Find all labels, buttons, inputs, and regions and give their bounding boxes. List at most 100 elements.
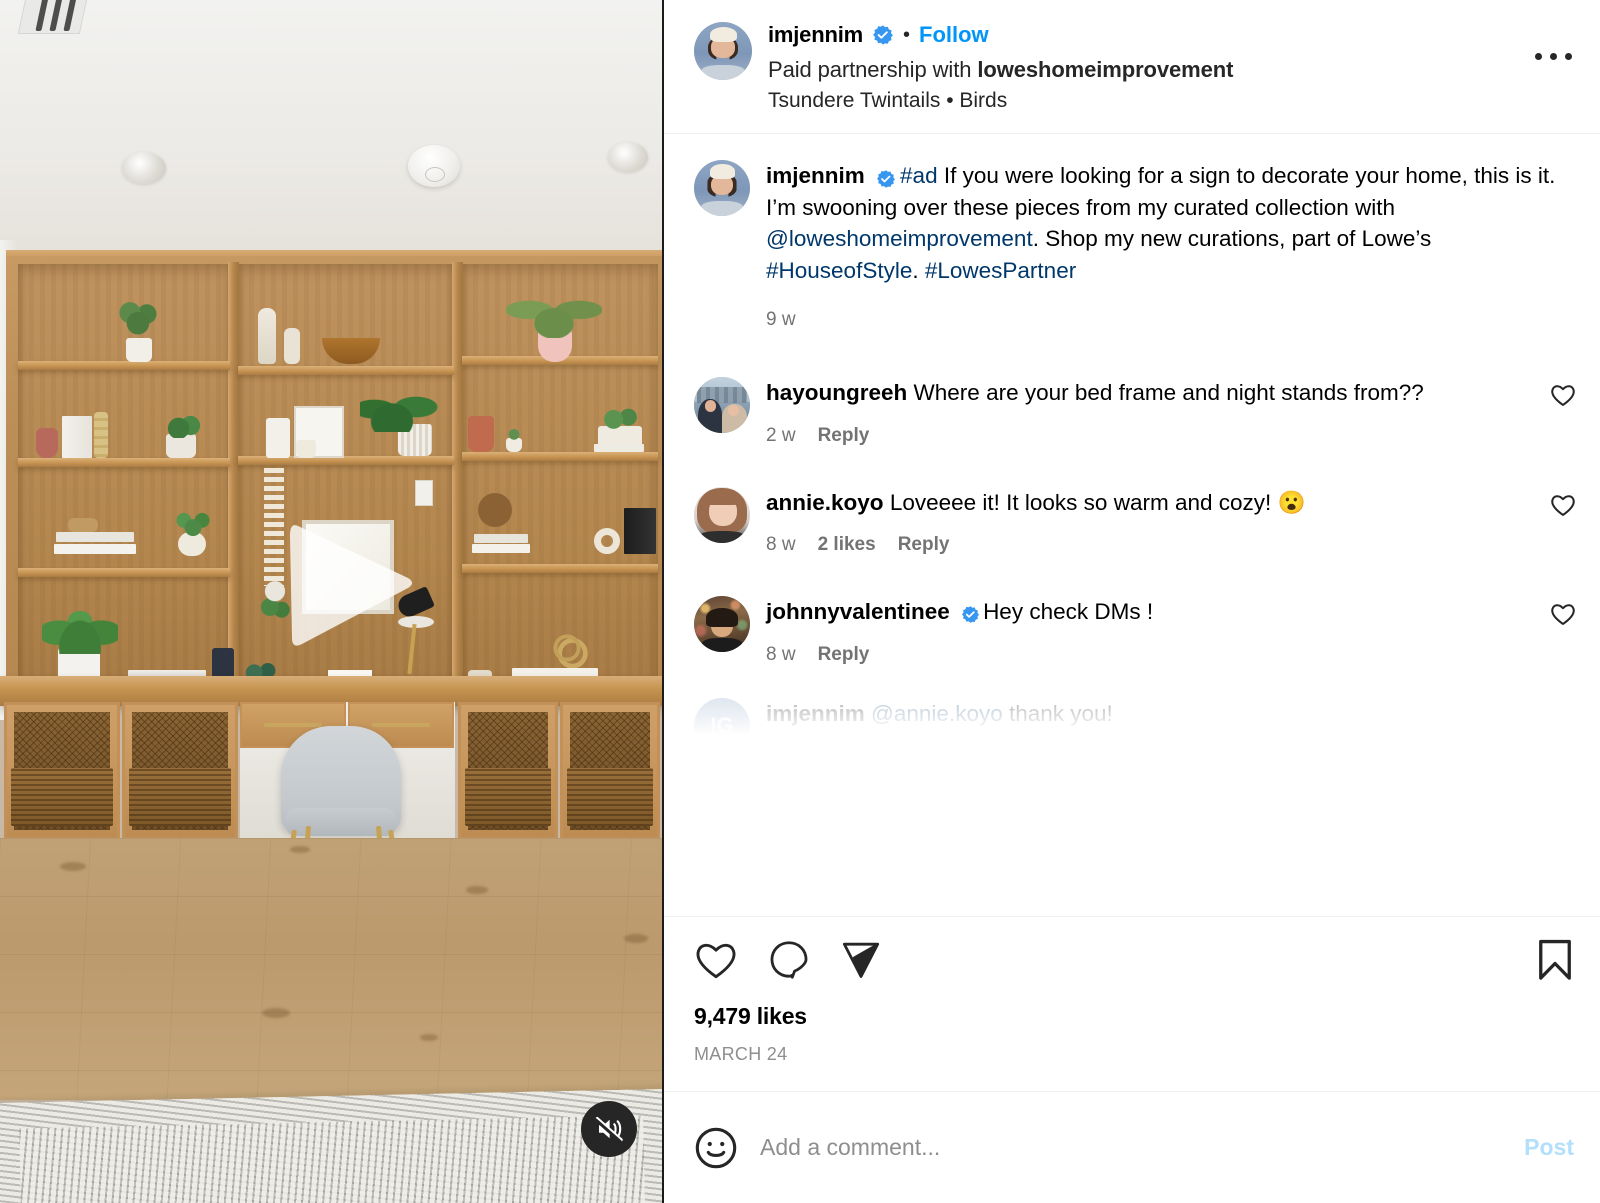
play-button[interactable]	[276, 508, 426, 658]
share-button[interactable]	[840, 940, 882, 980]
post-date: MARCH 24	[694, 1044, 788, 1064]
comment-timestamp: 2 w	[766, 424, 796, 446]
heart-icon	[1551, 385, 1575, 406]
post-media-video[interactable]	[0, 0, 664, 1203]
decor-plant	[118, 298, 158, 340]
wall-outlet	[415, 480, 433, 506]
follow-button[interactable]: Follow	[919, 24, 989, 46]
comment-text: Hey check DMs !	[983, 599, 1154, 625]
shelf	[18, 458, 230, 467]
comment-item: johnnyvalentinee Hey check DMs ! 8 w Rep…	[694, 596, 1576, 666]
decor-books-stack	[56, 532, 134, 542]
decor-object	[68, 518, 98, 532]
ceiling	[0, 0, 662, 262]
heart-icon	[696, 943, 736, 979]
author-username[interactable]: imjennim	[768, 24, 863, 46]
commenter-avatar[interactable]	[694, 376, 750, 433]
caption-username[interactable]: imjennim	[766, 163, 865, 188]
comments-scroll-area[interactable]: imjennim #ad If you were looking for a s…	[664, 134, 1600, 916]
caption-hashtag-houseofstyle[interactable]: #HouseofStyle	[766, 258, 912, 283]
post-actions: 9,479 likes MARCH 24	[664, 916, 1600, 1091]
decor-tiny-pot	[506, 438, 522, 452]
paid-partnership-brand[interactable]: loweshomeimprovement	[977, 57, 1233, 82]
caption-hashtag-ad[interactable]: #ad	[900, 163, 938, 188]
decor-dark-books	[624, 508, 656, 554]
likes-count[interactable]: 9,479 likes	[694, 1003, 1574, 1030]
caption-hashtag-lowespartner[interactable]: #LowesPartner	[925, 258, 1076, 283]
comment-button[interactable]	[768, 940, 810, 980]
play-triangle-icon	[290, 525, 412, 646]
comment-like-button[interactable]	[1550, 377, 1576, 447]
shelf	[18, 361, 230, 370]
like-post-button[interactable]	[694, 940, 738, 980]
wood-floor	[0, 838, 662, 1100]
cabinet-door	[4, 702, 120, 840]
bookcase-divider-2	[452, 262, 463, 686]
decor-books	[62, 416, 92, 458]
comment-reply-button[interactable]: Reply	[818, 644, 870, 666]
decor-books-stack	[472, 544, 530, 553]
decor-fern	[360, 380, 440, 432]
comment-text: Where are your bed frame and night stand…	[913, 379, 1424, 405]
caption-avatar[interactable]	[694, 160, 750, 216]
shelf	[462, 564, 658, 573]
comment-reply-button[interactable]: Reply	[898, 534, 950, 556]
mute-toggle-button[interactable]	[581, 1101, 637, 1157]
cabinet-door	[458, 702, 558, 840]
emoji-smiley-icon	[695, 1127, 737, 1168]
commenter-username[interactable]: hayoungreeh	[766, 380, 907, 405]
smoke-detector	[408, 145, 460, 187]
commenter-username[interactable]: johnnyvalentinee	[766, 599, 950, 624]
verified-badge-icon	[873, 25, 893, 45]
paid-partnership-prefix: Paid partnership with	[768, 57, 978, 82]
commenter-avatar[interactable]	[694, 486, 750, 543]
verified-badge-icon	[877, 169, 896, 188]
recessed-light-1	[122, 152, 166, 184]
decor-books-stack	[54, 544, 136, 554]
commenter-avatar[interactable]	[694, 596, 750, 653]
caption-mention[interactable]: @loweshomeimprovement	[766, 226, 1033, 251]
comment-bubble-icon	[770, 941, 808, 979]
commenter-avatar[interactable]	[694, 698, 750, 755]
post-caption: imjennim #ad If you were looking for a s…	[694, 160, 1576, 331]
commenter-username[interactable]: annie.koyo	[766, 490, 884, 515]
decor-pot	[126, 338, 152, 362]
decor-book	[594, 444, 644, 452]
decor-succulent	[504, 426, 524, 440]
shelf	[18, 568, 230, 577]
bookcase-divider-1	[228, 262, 239, 686]
decor-succulent-large	[598, 402, 644, 430]
decor-plant	[174, 508, 212, 536]
decor-mini-plant	[296, 440, 316, 458]
speaker-muted-icon	[594, 1117, 623, 1143]
comment-reply-button[interactable]: Reply	[818, 425, 870, 447]
audio-track-label[interactable]: Tsundere Twintails • Birds	[768, 89, 1514, 113]
recessed-light-2	[608, 142, 648, 172]
bookmark-icon	[1539, 939, 1571, 980]
post-comment-button[interactable]: Post	[1524, 1134, 1574, 1161]
decor-books-stack	[474, 534, 528, 543]
cabinet-door	[560, 702, 660, 840]
decor-olive-plant	[506, 286, 602, 338]
add-comment-input[interactable]	[760, 1134, 1503, 1161]
comment-likes-count[interactable]: 2 likes	[818, 534, 876, 556]
more-horizontal-icon	[1549, 52, 1557, 60]
more-options-button[interactable]	[1530, 36, 1576, 76]
decor-pillar-candle	[266, 418, 290, 458]
post-header: imjennim • Follow Paid partnership with …	[664, 0, 1600, 134]
save-button[interactable]	[1536, 939, 1574, 981]
more-horizontal-icon	[1564, 52, 1572, 60]
more-horizontal-icon	[1534, 52, 1542, 60]
decor-ring-sculpture	[594, 528, 620, 554]
decor-brass-sculpture	[544, 626, 590, 670]
decor-vase-small	[284, 328, 300, 364]
decor-plant	[166, 414, 202, 438]
author-avatar[interactable]	[694, 22, 752, 80]
instagram-post: imjennim • Follow Paid partnership with …	[0, 0, 1600, 1203]
heart-icon	[1551, 494, 1575, 516]
comment-like-button[interactable]	[1550, 487, 1576, 557]
emoji-picker-button[interactable]	[694, 1126, 738, 1170]
comment-like-button[interactable]	[1550, 596, 1576, 666]
caption-text-3: .	[912, 258, 925, 284]
decor-tall-vase	[258, 308, 276, 364]
